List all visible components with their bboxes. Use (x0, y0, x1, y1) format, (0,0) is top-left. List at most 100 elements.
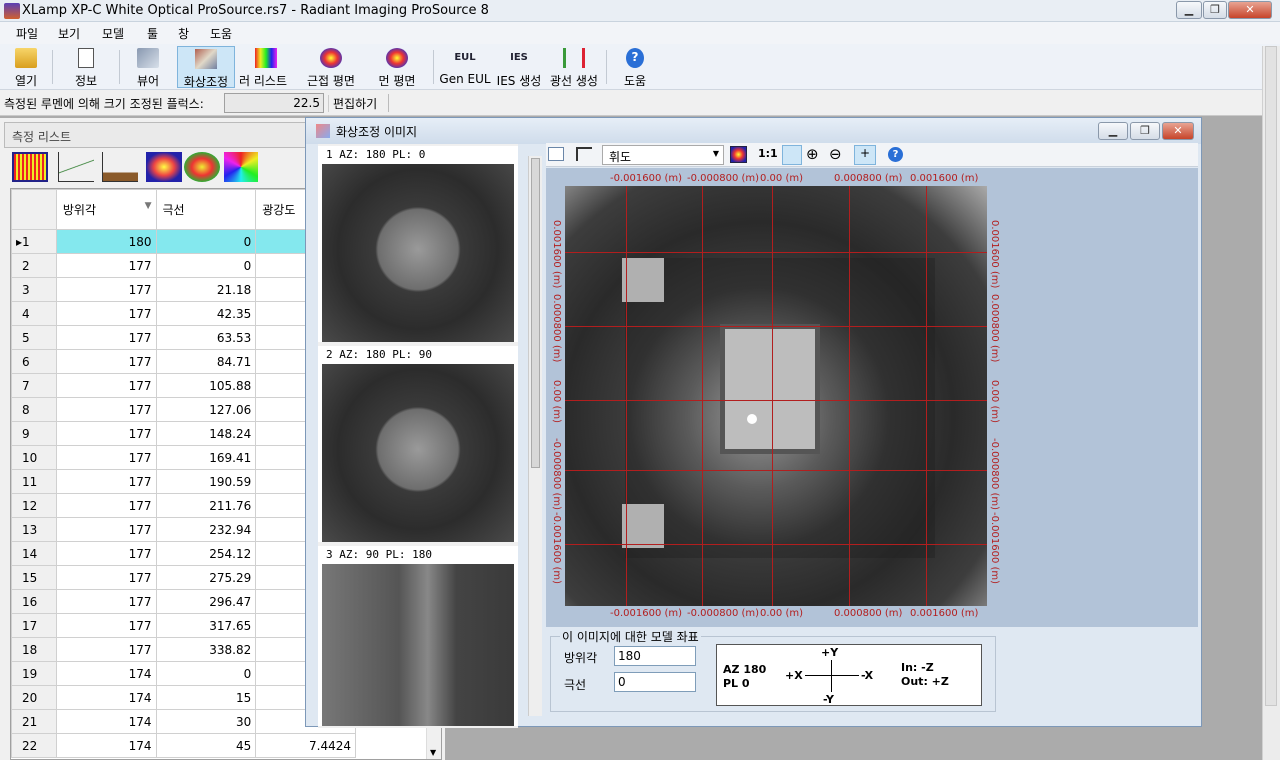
row-number[interactable]: 7 (11, 373, 57, 398)
polar-cell[interactable]: 338.82 (155, 637, 257, 662)
near-field-button[interactable]: 근접 평면 (298, 46, 364, 88)
table-row[interactable]: 12 177 211.76 (11, 493, 356, 518)
ray-generate-button[interactable]: 광선 생성 (546, 46, 602, 88)
polar-cell[interactable]: 21.18 (155, 277, 257, 302)
edit-link[interactable]: 편집하기 (328, 95, 377, 112)
child-maximize-button[interactable]: ❐ (1130, 122, 1160, 140)
polar-cell[interactable]: 296.47 (155, 589, 257, 614)
thumbnail-3[interactable]: 3 AZ: 90 PL: 180 (318, 546, 518, 726)
polar-cell[interactable]: 127.06 (155, 397, 257, 422)
polar-cell[interactable]: 63.53 (155, 325, 257, 350)
azimuth-cell[interactable]: 177 (55, 469, 157, 494)
azimuth-cell[interactable]: 177 (55, 397, 157, 422)
polar-cell[interactable]: 169.41 (155, 445, 257, 470)
azimuth-cell[interactable]: 177 (55, 325, 157, 350)
polar-cell[interactable]: 84.71 (155, 349, 257, 374)
polar-cell[interactable]: 317.65 (155, 613, 257, 638)
row-number[interactable]: 3 (11, 277, 57, 302)
table-row[interactable]: 13 177 232.94 (11, 517, 356, 542)
row-number[interactable]: 2 (11, 253, 57, 278)
row-number[interactable]: 16 (11, 589, 57, 614)
row-number[interactable]: 4 (11, 301, 57, 326)
azimuth-cell[interactable]: 177 (55, 565, 157, 590)
intensity-cell[interactable]: 7.4424 (255, 733, 356, 758)
fit-to-window-icon[interactable] (782, 145, 802, 165)
row-number[interactable]: 5 (11, 325, 57, 350)
azimuth-cell[interactable]: 177 (55, 637, 157, 662)
mode-select[interactable]: 휘도 ▼ (602, 145, 724, 165)
polar-cell[interactable]: 232.94 (155, 517, 257, 542)
azimuth-cell[interactable]: 180 (55, 229, 157, 254)
table-row[interactable]: 22 174 45 7.4424 (11, 733, 356, 758)
color-list-button[interactable]: 컬러 리스트 (238, 46, 294, 88)
menu-help[interactable]: 도움 (210, 25, 232, 42)
polar-cell[interactable]: 105.88 (155, 373, 257, 398)
far-field-button[interactable]: 먼 평면 (370, 46, 424, 88)
thumbnail-2[interactable]: 2 AZ: 180 PL: 90 (318, 346, 518, 542)
ies-generate-button[interactable]: IES IES 생성 (494, 46, 544, 88)
row-number[interactable]: 15 (11, 565, 57, 590)
menu-tool[interactable]: 툴 (147, 25, 158, 42)
column-header-azimuth[interactable]: 방위각 ▼ (55, 189, 157, 230)
table-row[interactable]: 20 174 15 (11, 685, 356, 710)
menu-view[interactable]: 보기 (58, 25, 80, 42)
thumbnail-scrollbar[interactable] (528, 156, 542, 716)
polar-plot-icon[interactable] (184, 152, 220, 182)
table-row[interactable]: 16 177 296.47 (11, 589, 356, 614)
polar-cell[interactable]: 148.24 (155, 421, 257, 446)
polar-field[interactable]: 0 (614, 672, 696, 692)
child-close-button[interactable]: ✕ (1162, 122, 1194, 140)
row-number[interactable]: 13 (11, 517, 57, 542)
color-wheel-icon[interactable] (224, 152, 258, 182)
azimuth-cell[interactable]: 177 (55, 613, 157, 638)
azimuth-cell[interactable]: 177 (55, 493, 157, 518)
azimuth-cell[interactable]: 177 (55, 349, 157, 374)
azimuth-cell[interactable]: 174 (55, 733, 157, 758)
table-row[interactable]: 21 174 30 (11, 709, 356, 734)
table-row[interactable]: 19 174 0 (11, 661, 356, 686)
minimize-button[interactable]: ▁ (1176, 1, 1202, 19)
row-number[interactable]: 21 (11, 709, 57, 734)
polar-cell[interactable]: 254.12 (155, 541, 257, 566)
polar-cell[interactable]: 15 (155, 685, 257, 710)
menu-window[interactable]: 창 (178, 25, 189, 42)
azimuth-cell[interactable]: 177 (55, 589, 157, 614)
thumbnail-1[interactable]: 1 AZ: 180 PL: 0 (318, 146, 518, 342)
azimuth-cell[interactable]: 174 (55, 685, 157, 710)
row-number[interactable]: 12 (11, 493, 57, 518)
row-number[interactable]: 18 (11, 637, 57, 662)
polar-cell[interactable]: 30 (155, 709, 257, 734)
row-number[interactable]: 8 (11, 397, 57, 422)
row-number[interactable]: 9 (11, 421, 57, 446)
table-row[interactable]: 4 177 42.35 (11, 301, 356, 326)
table-row[interactable]: 8 177 127.06 (11, 397, 356, 422)
azimuth-cell[interactable]: 177 (55, 373, 157, 398)
help-button[interactable]: ? 도움 (612, 46, 658, 88)
polar-cell[interactable]: 275.29 (155, 565, 257, 590)
table-row[interactable]: 11 177 190.59 (11, 469, 356, 494)
table-row[interactable]: 17 177 317.65 (11, 613, 356, 638)
polar-cell[interactable]: 0 (155, 253, 257, 278)
main-scrollbar[interactable] (1262, 46, 1280, 760)
polar-cell[interactable]: 0 (155, 229, 257, 254)
azimuth-cell[interactable]: 177 (55, 277, 157, 302)
table-row[interactable]: 2 177 0 (11, 253, 356, 278)
table-row[interactable]: 18 177 338.82 (11, 637, 356, 662)
row-number[interactable]: 17 (11, 613, 57, 638)
table-row[interactable]: 15 177 275.29 (11, 565, 356, 590)
open-button[interactable]: 열기 (4, 46, 48, 88)
polar-cell[interactable]: 42.35 (155, 301, 257, 326)
histogram-icon[interactable] (102, 152, 138, 182)
close-button[interactable]: ✕ (1228, 1, 1272, 19)
zoom-in-icon[interactable]: ⊕ (806, 146, 819, 162)
row-number[interactable]: 22 (11, 733, 57, 758)
menu-model[interactable]: 모델 (102, 25, 124, 42)
polar-cell[interactable]: 211.76 (155, 493, 257, 518)
false-color-map-icon[interactable] (146, 152, 182, 182)
row-number[interactable]: 14 (11, 541, 57, 566)
row-number[interactable]: ▸1 (11, 229, 57, 254)
azimuth-cell[interactable]: 177 (55, 517, 157, 542)
azimuth-field[interactable]: 180 (614, 646, 696, 666)
azimuth-cell[interactable]: 177 (55, 301, 157, 326)
maximize-button[interactable]: ❐ (1203, 1, 1227, 19)
